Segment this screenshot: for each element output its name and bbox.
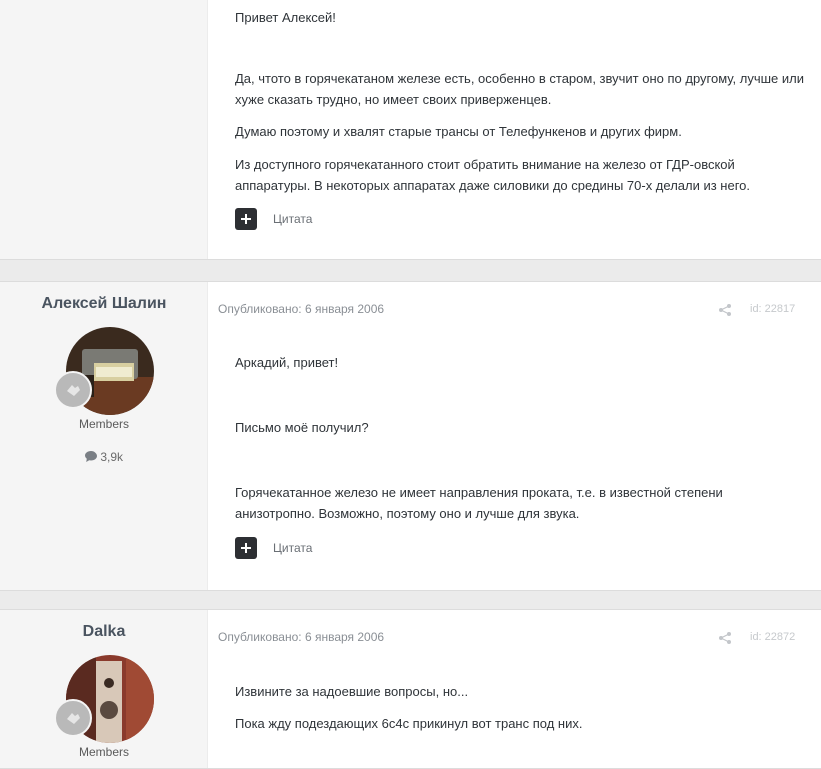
- post-date[interactable]: Опубликовано: 6 января 2006: [218, 630, 384, 644]
- member-group: Members: [78, 745, 129, 759]
- author-panel: [0, 0, 208, 259]
- post-count: 3,9k: [0, 450, 208, 464]
- rank-badge-icon: [54, 371, 92, 409]
- rank-badge-icon: [54, 699, 92, 737]
- author-panel: Алексей Шалин Members 3,9k: [0, 282, 208, 590]
- post-date[interactable]: Опубликовано: 6 января 2006: [218, 302, 384, 316]
- post-paragraph: Извините за надоевшие вопросы, но...: [235, 684, 469, 699]
- share-icon[interactable]: [719, 632, 731, 644]
- comment-icon: [84, 451, 97, 462]
- quote-button[interactable]: [235, 537, 257, 559]
- avatar[interactable]: [54, 327, 154, 415]
- member-group: Members: [78, 417, 129, 431]
- post-paragraph: Привет Алексей!: [235, 10, 336, 25]
- author-name[interactable]: Dalka: [0, 623, 208, 641]
- author-panel: Dalka Members: [0, 610, 208, 768]
- post-paragraph: Аркадий, привет!: [235, 355, 339, 370]
- quote-link[interactable]: Цитата: [273, 212, 312, 226]
- post-paragraph: Горячекатанное железо не имеет направлен…: [235, 485, 723, 521]
- author-name[interactable]: Алексей Шалин: [0, 295, 208, 313]
- post-count-value: 3,9k: [100, 450, 124, 464]
- avatar[interactable]: [54, 655, 154, 743]
- quote-button[interactable]: [235, 208, 257, 230]
- post-id[interactable]: id: 22817: [750, 303, 795, 315]
- post-2: Алексей Шалин Members 3,9k Опубликовано:…: [0, 281, 821, 591]
- post-3: Dalka Members Опубликовано: 6 января 200…: [0, 609, 821, 769]
- plus-icon: [241, 543, 251, 553]
- share-icon[interactable]: [719, 304, 731, 316]
- post-paragraph: Думаю поэтому и хвалят старые трансы от …: [235, 124, 682, 139]
- post-1: Привет Алексей! Да, чтото в горячекатано…: [0, 0, 821, 260]
- post-paragraph: Пока жду подездающих 6с4с прикинул вот т…: [235, 716, 583, 731]
- plus-icon: [241, 214, 251, 224]
- post-paragraph: Из доступного горячекатанного стоит обра…: [235, 157, 751, 193]
- quote-link[interactable]: Цитата: [273, 541, 312, 555]
- post-id[interactable]: id: 22872: [750, 631, 795, 643]
- post-paragraph: Да, чтото в горячекатаном железе есть, о…: [235, 71, 804, 107]
- post-paragraph: Письмо моё получил?: [235, 420, 369, 435]
